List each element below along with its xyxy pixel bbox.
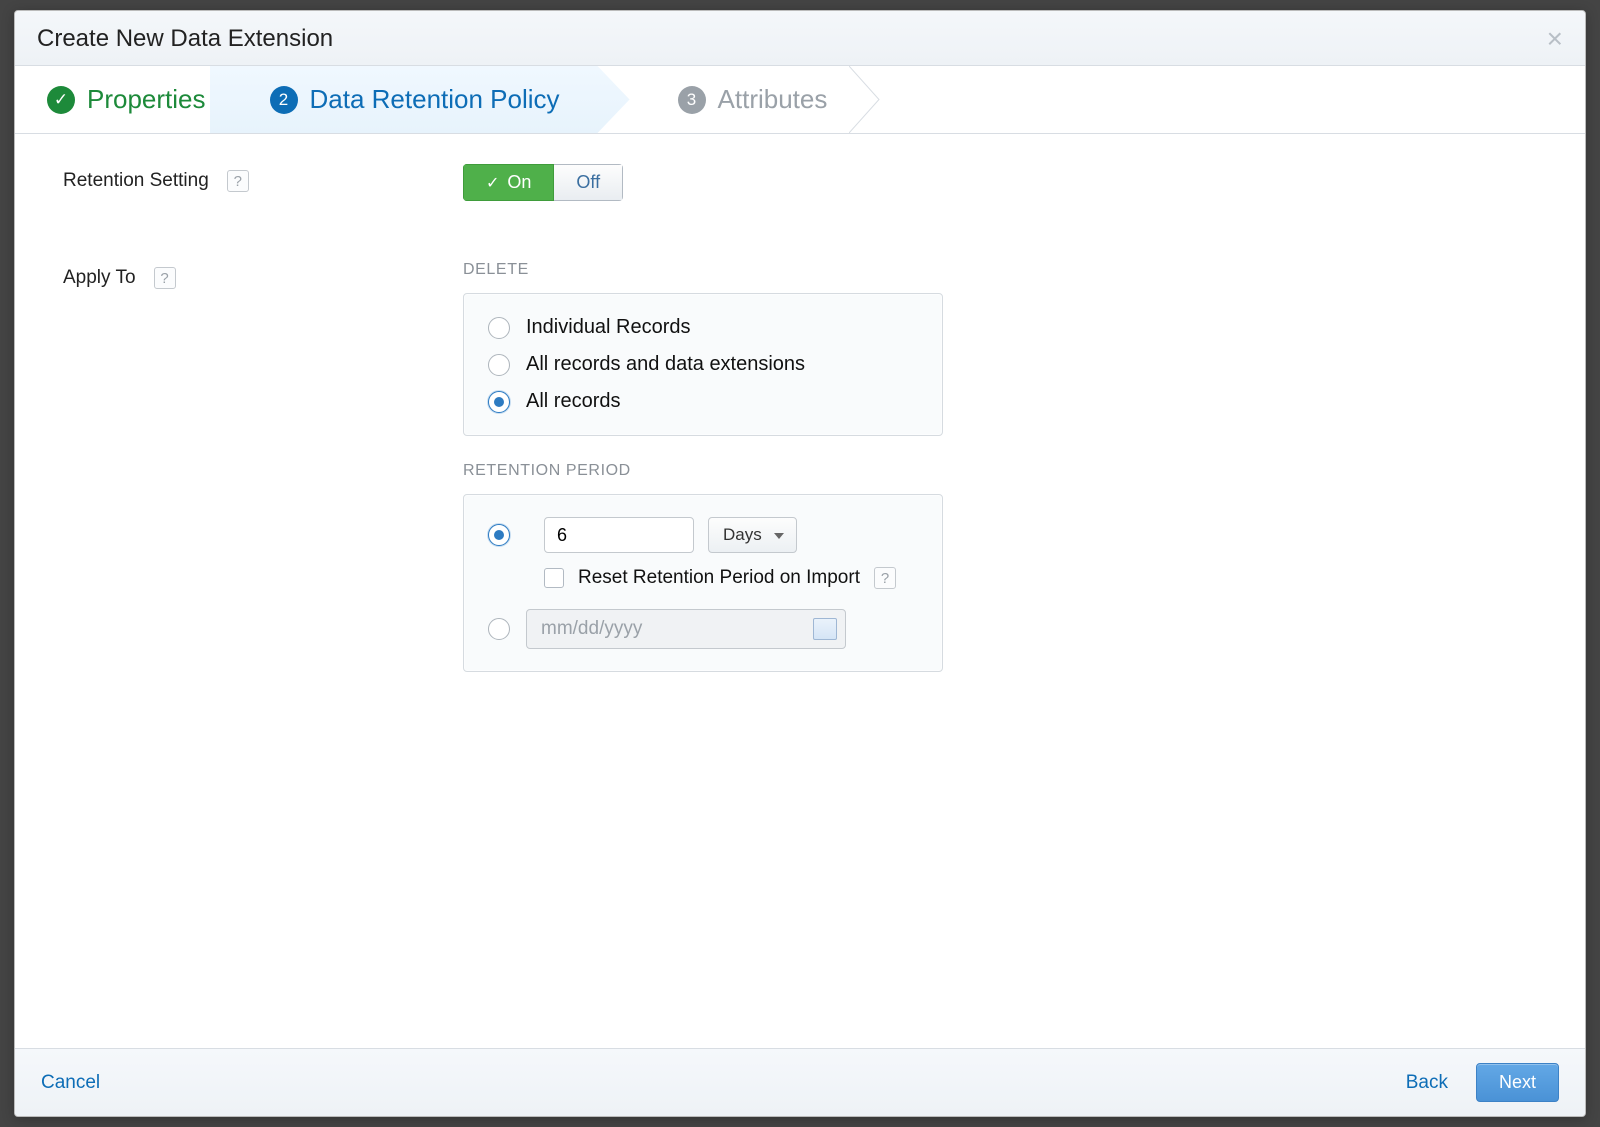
toggle-on-label: On xyxy=(507,172,531,193)
calendar-icon[interactable] xyxy=(813,618,837,640)
apply-to-row: Apply To ? DELETE Individual Records All… xyxy=(63,261,1537,672)
modal-footer: Cancel Back Next xyxy=(15,1048,1585,1116)
checkbox-label: Reset Retention Period on Import xyxy=(578,567,860,589)
help-icon[interactable]: ? xyxy=(874,567,896,589)
step-label: Attributes xyxy=(718,84,828,115)
wizard-steps: ✓ Properties 2 Data Retention Policy 3 A… xyxy=(15,66,1585,134)
apply-to-field: DELETE Individual Records All records an… xyxy=(463,261,1537,672)
radio-label: All records and data extensions xyxy=(526,353,805,376)
step-data-retention[interactable]: 2 Data Retention Policy xyxy=(210,66,630,133)
retention-value-input[interactable] xyxy=(544,517,694,553)
step-number-icon: 3 xyxy=(678,86,706,114)
checkmark-icon: ✓ xyxy=(47,86,75,114)
label-text: Apply To xyxy=(63,267,136,289)
delete-individual-records: Individual Records xyxy=(488,316,918,339)
help-icon[interactable]: ? xyxy=(227,170,249,192)
delete-section-heading: DELETE xyxy=(463,261,1537,279)
retention-duration-option: Days xyxy=(488,517,918,553)
close-icon[interactable]: × xyxy=(1547,25,1563,53)
modal-body: Retention Setting ? ✓ On Off Apply To ? xyxy=(15,134,1585,1048)
next-button[interactable]: Next xyxy=(1476,1063,1559,1102)
toggle-off[interactable]: Off xyxy=(554,164,623,201)
radio-fixed-date[interactable] xyxy=(488,618,510,640)
chevron-icon xyxy=(849,66,885,133)
footer-right: Back Next xyxy=(1406,1063,1559,1102)
modal-title: Create New Data Extension xyxy=(37,25,333,53)
apply-to-label: Apply To ? xyxy=(63,261,463,289)
delete-all-records: All records xyxy=(488,390,918,413)
radio-label: All records xyxy=(526,390,620,413)
cancel-button[interactable]: Cancel xyxy=(41,1072,100,1094)
label-text: Retention Setting xyxy=(63,170,209,192)
back-button[interactable]: Back xyxy=(1406,1072,1448,1094)
radio-all-records[interactable] xyxy=(488,391,510,413)
step-label: Properties xyxy=(87,84,206,115)
radio-individual-records[interactable] xyxy=(488,317,510,339)
help-icon[interactable]: ? xyxy=(154,267,176,289)
step-label: Data Retention Policy xyxy=(310,84,560,115)
create-data-extension-modal: Create New Data Extension × ✓ Properties… xyxy=(14,10,1586,1117)
retention-date-option: mm/dd/yyyy xyxy=(488,609,918,649)
duration-controls: Days xyxy=(544,517,797,553)
retention-date-input[interactable]: mm/dd/yyyy xyxy=(526,609,846,649)
retention-toggle: ✓ On Off xyxy=(463,164,623,201)
radio-label: Individual Records xyxy=(526,316,691,339)
checkmark-icon: ✓ xyxy=(486,173,499,193)
delete-panel: Individual Records All records and data … xyxy=(463,293,943,436)
step-number-icon: 2 xyxy=(270,86,298,114)
step-attributes[interactable]: 3 Attributes xyxy=(630,66,868,133)
dropdown-value: Days xyxy=(723,525,762,545)
delete-all-records-and-extensions: All records and data extensions xyxy=(488,353,918,376)
radio-all-records-and-extensions[interactable] xyxy=(488,354,510,376)
retention-setting-label: Retention Setting ? xyxy=(63,164,463,192)
modal-header: Create New Data Extension × xyxy=(15,11,1585,66)
radio-duration[interactable] xyxy=(488,524,510,546)
reset-on-import-row: Reset Retention Period on Import ? xyxy=(544,567,918,589)
toggle-off-label: Off xyxy=(576,172,600,193)
retention-period-panel: Days Reset Retention Period on Import ? … xyxy=(463,494,943,672)
retention-setting-field: ✓ On Off xyxy=(463,164,1537,201)
date-placeholder: mm/dd/yyyy xyxy=(541,618,642,640)
reset-on-import-checkbox[interactable] xyxy=(544,568,564,588)
toggle-on[interactable]: ✓ On xyxy=(463,164,554,201)
retention-unit-dropdown[interactable]: Days xyxy=(708,517,797,553)
retention-setting-row: Retention Setting ? ✓ On Off xyxy=(63,164,1537,201)
retention-period-heading: RETENTION PERIOD xyxy=(463,462,1537,480)
